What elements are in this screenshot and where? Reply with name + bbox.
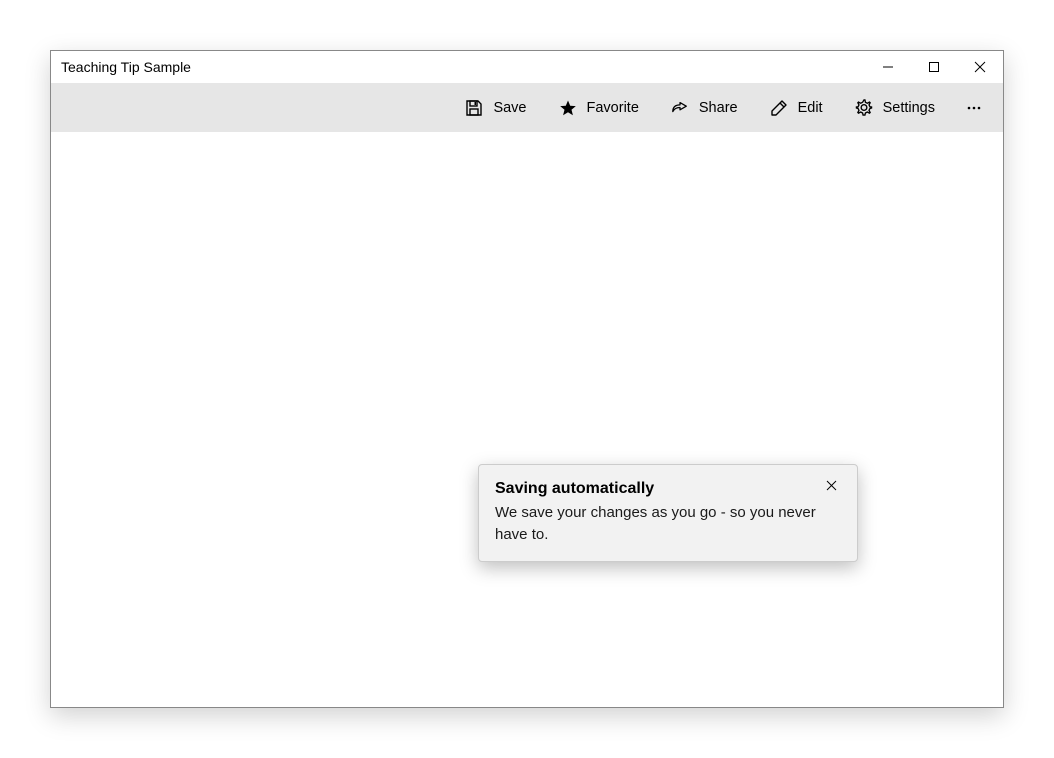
teaching-tip-header: Saving automatically bbox=[495, 479, 841, 500]
more-button[interactable] bbox=[951, 83, 997, 132]
settings-button[interactable]: Settings bbox=[839, 83, 951, 132]
toolbar: Save Favorite Share bbox=[51, 83, 1003, 132]
edit-button[interactable]: Edit bbox=[754, 83, 839, 132]
pencil-icon bbox=[770, 99, 788, 117]
maximize-icon bbox=[928, 61, 940, 73]
save-label: Save bbox=[493, 100, 526, 116]
minimize-icon bbox=[882, 61, 894, 73]
app-window: Teaching Tip Sample bbox=[50, 50, 1004, 708]
gear-icon bbox=[855, 99, 873, 117]
share-button[interactable]: Share bbox=[655, 83, 754, 132]
titlebar: Teaching Tip Sample bbox=[51, 51, 1003, 83]
content-area bbox=[51, 132, 1003, 707]
share-icon bbox=[671, 99, 689, 117]
more-icon bbox=[965, 99, 983, 117]
teaching-tip-body: We save your changes as you go - so you … bbox=[495, 502, 841, 546]
teaching-tip-title: Saving automatically bbox=[495, 479, 821, 500]
settings-label: Settings bbox=[883, 100, 935, 116]
save-button[interactable]: Save bbox=[449, 83, 542, 132]
maximize-button[interactable] bbox=[911, 51, 957, 83]
save-icon bbox=[465, 99, 483, 117]
close-icon bbox=[826, 478, 837, 496]
star-icon bbox=[559, 99, 577, 117]
favorite-label: Favorite bbox=[587, 100, 639, 116]
edit-label: Edit bbox=[798, 100, 823, 116]
teaching-tip: Saving automatically We save your change… bbox=[478, 464, 858, 562]
close-icon bbox=[974, 61, 986, 73]
minimize-button[interactable] bbox=[865, 51, 911, 83]
share-label: Share bbox=[699, 100, 738, 116]
favorite-button[interactable]: Favorite bbox=[543, 83, 655, 132]
close-button[interactable] bbox=[957, 51, 1003, 83]
window-controls bbox=[865, 51, 1003, 83]
teaching-tip-close-button[interactable] bbox=[821, 477, 841, 497]
window-title: Teaching Tip Sample bbox=[51, 59, 865, 75]
